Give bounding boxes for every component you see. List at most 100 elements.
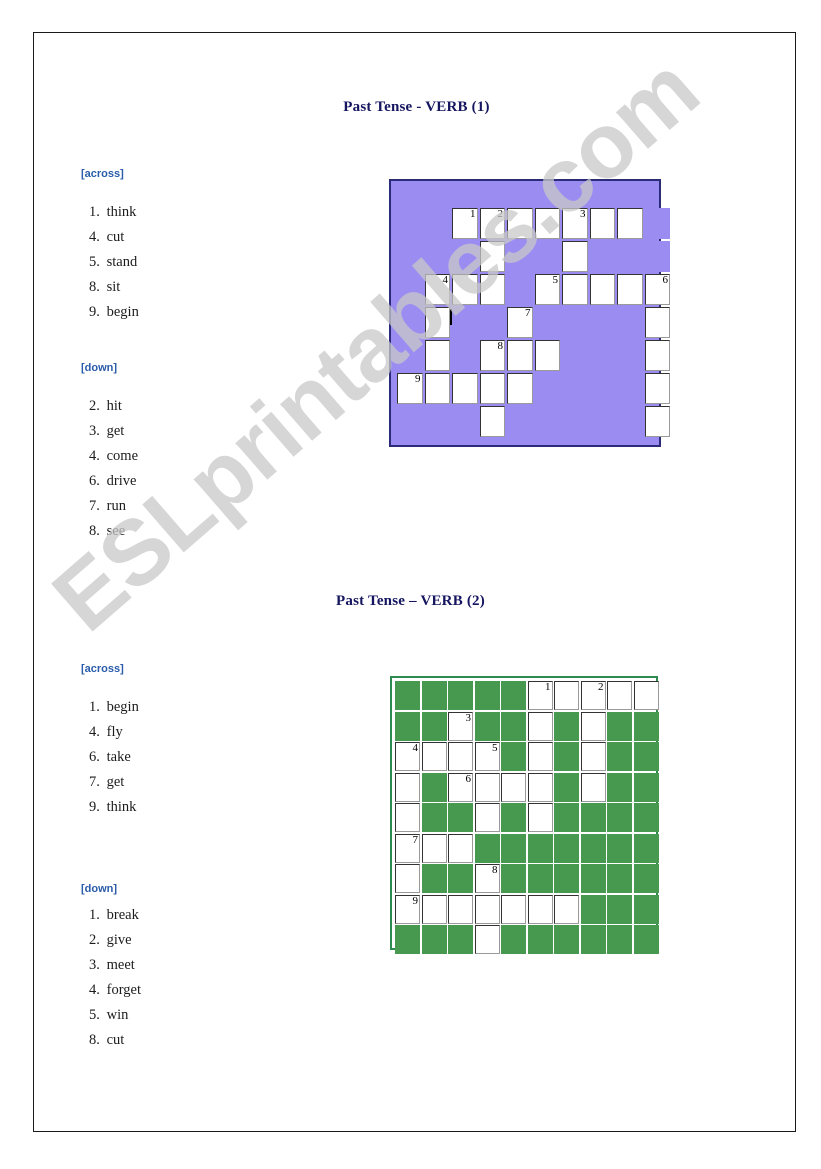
crossword-cell-empty[interactable]: 2: [580, 681, 606, 710]
crossword-cell-empty[interactable]: [534, 340, 560, 371]
crossword-cell-empty[interactable]: [589, 274, 615, 305]
crossword-cell-empty[interactable]: [424, 373, 450, 404]
crossword-cell-block: [448, 925, 473, 954]
crossword-cell-empty[interactable]: [395, 803, 420, 832]
crossword-cell-empty[interactable]: [474, 803, 500, 832]
crossword-cell-empty[interactable]: [395, 772, 420, 802]
clue-number: 8.: [89, 1032, 100, 1048]
clue-item: 8. see: [81, 519, 138, 544]
crossword-cell-empty[interactable]: [421, 742, 447, 771]
crossword-cell-block: [607, 711, 632, 741]
clue-word: fly: [103, 724, 123, 740]
crossword-cell-empty[interactable]: [527, 803, 553, 832]
crossword-cell-empty[interactable]: 1: [452, 208, 478, 239]
crossword-cell-empty[interactable]: 4: [395, 742, 420, 771]
crossword-cell-empty[interactable]: [474, 925, 500, 954]
crossword-cell-empty[interactable]: [501, 772, 526, 802]
crossword-cell-empty[interactable]: [424, 307, 453, 338]
crossword-cell-empty[interactable]: 9: [395, 894, 420, 924]
crossword-cell-empty[interactable]: 5: [534, 274, 560, 305]
crossword-cell-block: [534, 373, 560, 404]
crossword-cell-empty[interactable]: [580, 772, 606, 802]
crossword-cell-empty[interactable]: [507, 208, 533, 239]
crossword-cell-block: [474, 833, 500, 863]
crossword-cell-empty[interactable]: 3: [562, 208, 588, 239]
crossword-cell-empty[interactable]: 6: [644, 274, 670, 305]
crossword-cell-empty[interactable]: 8: [474, 864, 500, 893]
crossword-cell-empty[interactable]: [479, 406, 505, 437]
crossword-cell-empty[interactable]: [421, 833, 447, 863]
crossword-cell-empty[interactable]: 6: [448, 772, 473, 802]
crossword-cell-empty[interactable]: 4: [424, 274, 450, 305]
crossword-cell-empty[interactable]: [527, 742, 553, 771]
crossword-cell-empty[interactable]: [617, 208, 643, 239]
crossword-cell-empty[interactable]: 2: [479, 208, 505, 239]
crossword-cell-empty[interactable]: [562, 241, 588, 272]
crossword-cell-empty[interactable]: [452, 274, 478, 305]
crossword-cell-empty[interactable]: [607, 681, 632, 710]
crossword-cell-empty[interactable]: [479, 241, 505, 272]
crossword-cell-number: 9: [415, 373, 421, 385]
crossword-cell-empty[interactable]: [507, 340, 533, 371]
clue-word: sit: [103, 279, 121, 295]
crossword-grid-1[interactable]: 1 2 3 4 5 6 7 8 9: [389, 179, 670, 447]
crossword-cell-empty[interactable]: 8: [479, 340, 505, 371]
crossword-cell-empty[interactable]: [479, 274, 505, 305]
crossword-grid-2[interactable]: 1 2 3 4 5 6 7 8 9: [390, 676, 659, 954]
crossword-cell-empty[interactable]: 7: [395, 833, 420, 863]
clue-word: think: [103, 204, 137, 220]
crossword-cell-block: [534, 241, 560, 272]
crossword-cell-empty[interactable]: [421, 894, 447, 924]
crossword-cell-empty[interactable]: [395, 864, 420, 893]
crossword-cell-empty[interactable]: [527, 894, 553, 924]
crossword-cell-block: [424, 406, 450, 437]
crossword-cell-empty[interactable]: 7: [507, 307, 533, 338]
crossword-cell-empty[interactable]: 1: [527, 681, 553, 710]
crossword-cell-empty[interactable]: [452, 373, 478, 404]
crossword-cell-block: [617, 340, 643, 371]
crossword-cell-empty[interactable]: [617, 274, 643, 305]
crossword-cell-empty[interactable]: [644, 340, 670, 371]
crossword-cell-empty[interactable]: [644, 406, 670, 437]
crossword-cell-empty[interactable]: [562, 274, 588, 305]
crossword-cell-block: [474, 681, 500, 710]
crossword-cell-empty[interactable]: [448, 833, 473, 863]
crossword-cell-empty[interactable]: [448, 742, 473, 771]
crossword-cell-empty[interactable]: [644, 307, 670, 338]
crossword-cell-empty[interactable]: [527, 772, 553, 802]
clue-number: 5.: [89, 254, 100, 270]
crossword-cell-empty[interactable]: [479, 373, 505, 404]
clue-item: 9. begin: [81, 300, 139, 325]
crossword-cell-block: [452, 307, 478, 338]
crossword-cell-empty[interactable]: [501, 894, 526, 924]
crossword-cell-empty[interactable]: [589, 208, 615, 239]
crossword-cell-block: [395, 681, 420, 710]
section-2-down-clues: [down] 1. break 2. give 3. meet 4. forget 5.…: [81, 883, 141, 1053]
crossword-cell-empty[interactable]: [448, 894, 473, 924]
crossword-cell-empty[interactable]: [474, 894, 500, 924]
crossword-cell-empty[interactable]: 3: [448, 711, 473, 741]
crossword-cell-block: [633, 894, 659, 924]
crossword-cell-block: [421, 681, 447, 710]
crossword-cell-block: [589, 241, 615, 272]
crossword-cell-empty[interactable]: [507, 373, 533, 404]
crossword-cell-empty[interactable]: 9: [397, 373, 423, 404]
crossword-cell-empty[interactable]: [554, 894, 579, 924]
crossword-cell-block: [562, 406, 588, 437]
crossword-cell-empty[interactable]: [534, 208, 560, 239]
crossword-cell-empty[interactable]: [580, 742, 606, 771]
crossword-grid-1-cells: 1 2 3 4 5 6 7 8 9: [397, 186, 670, 443]
crossword-cell-empty[interactable]: [527, 711, 553, 741]
section-2-across-clues: [across] 1. begin 4. fly 6. take 7. get 9. t…: [81, 663, 139, 820]
crossword-cell-empty[interactable]: [424, 340, 450, 371]
crossword-cell-empty[interactable]: [644, 373, 670, 404]
crossword-cell-empty[interactable]: [474, 772, 500, 802]
crossword-cell-empty[interactable]: [554, 681, 579, 710]
crossword-cell-block: [421, 772, 447, 802]
crossword-cell-empty[interactable]: [580, 711, 606, 741]
crossword-cell-block: [397, 208, 423, 239]
crossword-cell-empty[interactable]: 5: [474, 742, 500, 771]
clue-word: cut: [103, 229, 125, 245]
crossword-cell-block: [554, 925, 579, 954]
crossword-cell-empty[interactable]: [633, 681, 659, 710]
